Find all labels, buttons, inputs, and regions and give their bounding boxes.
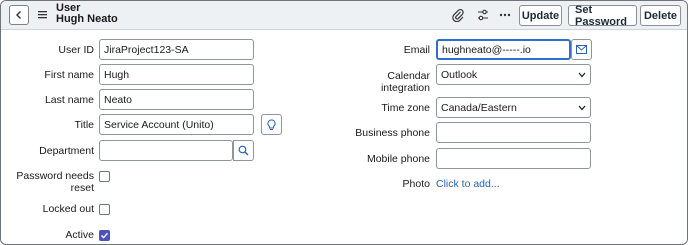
update-button[interactable]: Update — [519, 5, 562, 26]
chevron-down-icon — [578, 105, 586, 110]
form-header: User Hugh Neato Update Set Password Dele… — [1, 1, 687, 30]
department-field[interactable] — [99, 140, 233, 161]
hamburger-menu-icon[interactable] — [38, 10, 47, 19]
calendar-integration-value: Outlook — [441, 68, 478, 81]
password-needs-reset-label: Password needs reset — [11, 170, 94, 194]
last-name-label: Last name — [44, 94, 94, 106]
chevron-down-icon — [578, 72, 586, 77]
active-label: Active — [65, 229, 94, 241]
business-phone-field[interactable] — [436, 122, 591, 143]
record-title: User Hugh Neato — [56, 3, 118, 25]
password-needs-reset-label-line1: Password needs — [16, 170, 94, 182]
record-name: Hugh Neato — [56, 13, 118, 25]
sliders-icon[interactable] — [476, 8, 490, 22]
delete-button[interactable]: Delete — [640, 5, 681, 26]
business-phone-label: Business phone — [355, 127, 430, 139]
user-form-window: User Hugh Neato Update Set Password Dele… — [0, 0, 688, 245]
first-name-label: First name — [44, 69, 94, 81]
user-id-label: User ID — [58, 44, 94, 56]
lightbulb-icon — [267, 118, 276, 130]
back-button[interactable] — [9, 5, 29, 25]
locked-out-checkbox[interactable] — [99, 204, 110, 215]
time-zone-select[interactable]: Canada/Eastern — [436, 97, 591, 118]
last-name-field[interactable]: Neato — [99, 89, 254, 110]
set-password-button[interactable]: Set Password — [568, 4, 637, 28]
email-label: Email — [403, 44, 430, 56]
locked-out-label: Locked out — [42, 203, 94, 215]
title-label: Title — [74, 119, 94, 131]
envelope-icon — [576, 45, 587, 54]
password-needs-reset-checkbox[interactable] — [99, 171, 110, 182]
mobile-phone-label: Mobile phone — [366, 153, 430, 165]
first-name-field[interactable]: Hugh — [99, 64, 254, 85]
checkmark-icon — [101, 232, 109, 239]
mobile-phone-field[interactable] — [436, 148, 591, 169]
time-zone-label: Time zone — [381, 102, 430, 114]
calendar-integration-label-line2: integration — [380, 82, 430, 94]
calendar-integration-label-line1: Calendar — [387, 70, 430, 82]
time-zone-value: Canada/Eastern — [441, 101, 517, 114]
password-needs-reset-label-line2: reset — [70, 182, 94, 194]
add-photo-link[interactable]: Click to add... — [436, 178, 500, 190]
title-field[interactable]: Service Account (Unito) — [99, 114, 254, 135]
email-field[interactable]: hughneato@-----.io — [436, 39, 571, 60]
photo-label: Photo — [402, 178, 430, 190]
user-id-field[interactable]: JiraProject123-SA — [99, 39, 254, 60]
calendar-integration-select[interactable]: Outlook — [436, 64, 591, 85]
active-checkbox[interactable] — [99, 230, 110, 241]
department-lookup-button[interactable] — [233, 140, 254, 161]
search-icon — [238, 145, 249, 156]
title-suggestion-button[interactable] — [261, 114, 282, 135]
more-options-icon[interactable] — [498, 8, 512, 22]
paperclip-icon[interactable] — [451, 8, 465, 22]
calendar-integration-label: Calendar integration — [331, 70, 430, 94]
send-email-button[interactable] — [571, 39, 592, 60]
back-icon — [16, 11, 21, 19]
department-label: Department — [39, 145, 94, 157]
